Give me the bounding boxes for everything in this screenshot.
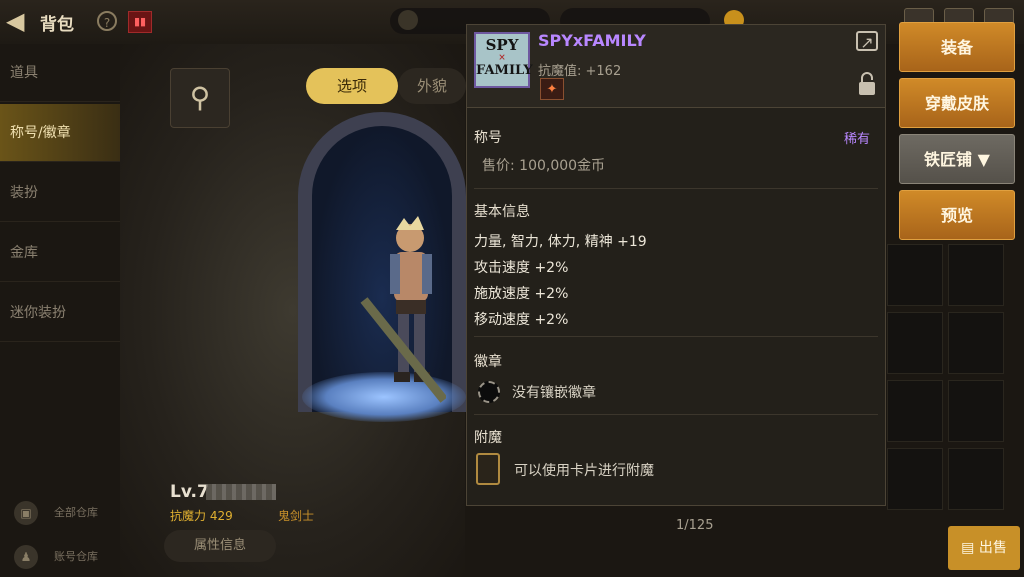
item-title-icon: SPY × FAMILY (474, 32, 533, 88)
rarity-label: 稀有 (844, 132, 871, 147)
inventory-slot[interactable] (887, 448, 943, 510)
event-badge-icon[interactable]: ▮▮ (128, 11, 152, 33)
item-icon-text-3: FAMILY (476, 63, 533, 78)
all-storage-label: 全部仓库 (54, 506, 98, 519)
all-storage-button[interactable]: ▣ 全部仓库 (8, 498, 113, 528)
divider (474, 188, 878, 189)
lock-icon[interactable] (858, 72, 876, 96)
sell-button[interactable]: ▤ 出售 (948, 526, 1020, 570)
divider (474, 414, 878, 415)
item-magic-resist: 抗魔值: +162 (538, 64, 622, 79)
account-storage-icon: ♟ (14, 545, 38, 569)
back-arrow-icon[interactable]: ◀ (6, 8, 32, 34)
emblem-status: 没有镶嵌徽章 (512, 385, 596, 401)
item-name: SPYxFAMILY (538, 31, 646, 50)
page-title: 背包 (40, 15, 74, 35)
inventory-slot[interactable] (887, 312, 943, 374)
stat-line-primary: 力量, 智力, 体力, 精神 +19 (474, 234, 647, 250)
stat-line-move-speed: 移动速度 +2% (474, 312, 569, 328)
fire-skill-icon: ✦ (540, 78, 564, 100)
moon-coin-icon (398, 10, 418, 30)
menu-item-vault[interactable]: 金库 (0, 224, 120, 282)
menu-item-avatar[interactable]: 装扮 (0, 164, 120, 222)
menu-item-titles[interactable]: 称号/徽章 (0, 104, 120, 162)
enchant-status: 可以使用卡片进行附魔 (514, 463, 654, 479)
inventory-slot[interactable] (948, 448, 1004, 510)
divider (474, 336, 878, 337)
menu-item-items[interactable]: 道具 (0, 44, 120, 102)
emblem-label: 徽章 (474, 354, 502, 370)
storage-icon: ▣ (14, 501, 38, 525)
character-name-blurred (206, 484, 276, 500)
basic-info-label: 基本信息 (474, 204, 530, 220)
sell-icon: ▤ (961, 540, 979, 556)
wear-skin-button[interactable]: 穿戴皮肤 (899, 78, 1015, 128)
magic-resist-stat: 抗魔力 429 (170, 509, 233, 523)
title-section-label: 称号 (474, 130, 502, 146)
tab-appearance[interactable]: 外貌 (398, 68, 466, 104)
inventory-slot[interactable] (948, 312, 1004, 374)
attribute-info-label: 属性信息 (193, 538, 246, 553)
tab-options[interactable]: 选项 (306, 68, 398, 104)
inventory-slot[interactable] (948, 244, 1004, 306)
share-icon[interactable]: ↗ (856, 31, 878, 52)
character-class: 鬼剑士 (278, 509, 315, 523)
emblem-slot-icon (478, 381, 500, 403)
attribute-info-button[interactable]: 属性信息 (164, 530, 276, 562)
filter-icon[interactable]: ⚲ (170, 68, 230, 128)
preview-button[interactable]: 预览 (899, 190, 1015, 240)
sell-label: 出售 (978, 540, 1007, 556)
item-icon-text-2: × (498, 53, 506, 63)
blacksmith-dropdown[interactable]: 铁匠铺 ▼ (899, 134, 1015, 184)
character-level: Lv.7 (170, 482, 209, 502)
stat-line-attack-speed: 攻击速度 +2% (474, 260, 569, 276)
inventory-slot[interactable] (887, 244, 943, 306)
item-icon-text-1: SPY (485, 36, 519, 54)
account-storage-label: 账号仓库 (54, 550, 98, 563)
page-count: 1/125 (676, 518, 714, 533)
menu-item-mini-avatar[interactable]: 迷你装扮 (0, 284, 120, 342)
character-sprite (360, 216, 446, 403)
inventory-slot[interactable] (887, 380, 943, 442)
enchant-label: 附魔 (474, 430, 502, 446)
card-slot-icon (476, 453, 500, 485)
inventory-slot[interactable] (948, 380, 1004, 442)
sell-price: 售价: 100,000金币 (482, 158, 606, 174)
equip-button[interactable]: 装备 (899, 22, 1015, 72)
stat-line-cast-speed: 施放速度 +2% (474, 286, 569, 302)
account-storage-button[interactable]: ♟ 账号仓库 (8, 542, 113, 572)
help-icon[interactable]: ? (97, 11, 117, 31)
